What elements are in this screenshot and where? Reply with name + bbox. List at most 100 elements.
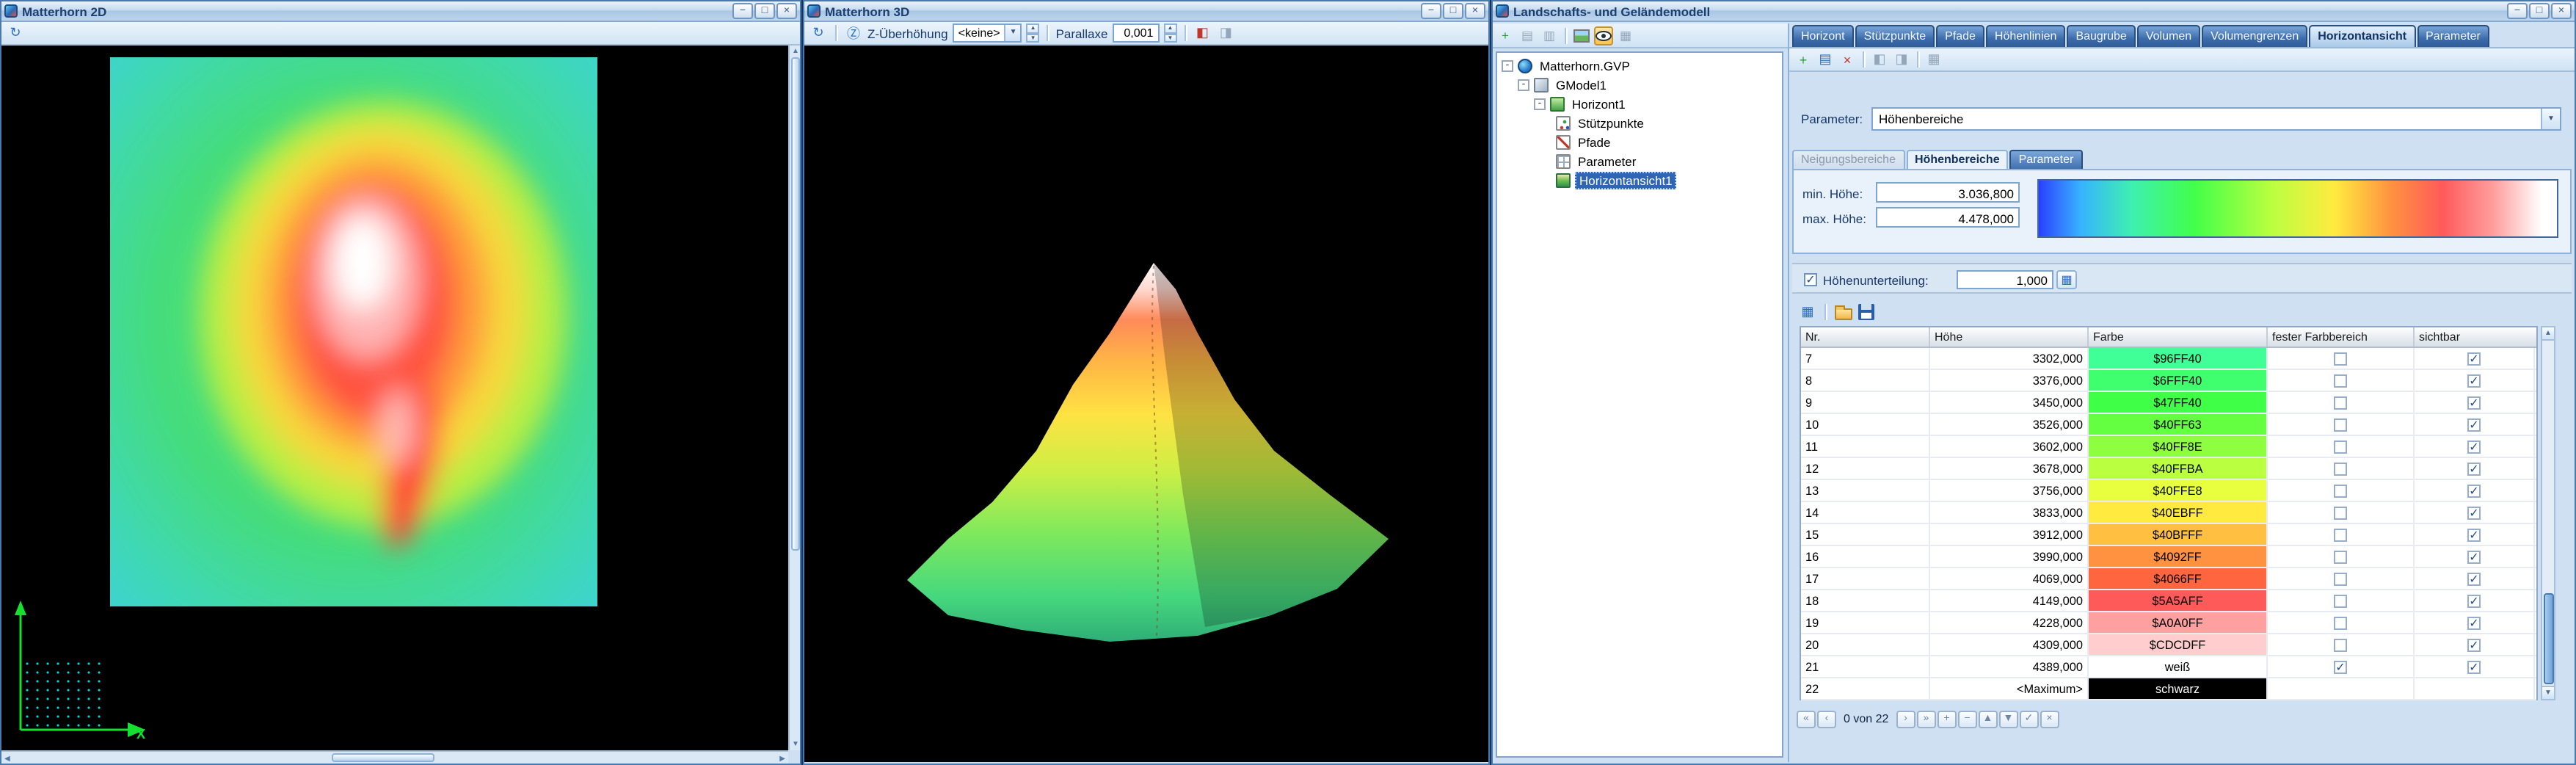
legend-icon[interactable]: ▦ bbox=[1616, 26, 1635, 45]
chevron-down-icon[interactable]: ▼ bbox=[1005, 25, 1021, 41]
nav-post-button[interactable]: ✓ bbox=[2019, 710, 2038, 728]
open-folder-icon[interactable] bbox=[1833, 302, 1852, 321]
fester-farbbereich-checkbox[interactable] bbox=[2334, 462, 2347, 475]
table-row[interactable]: 12 3678,000 $40FFBA ✓ bbox=[1801, 458, 2536, 480]
scroll-down-icon[interactable]: ▼ bbox=[792, 740, 799, 749]
scroll-up-icon[interactable]: ▲ bbox=[2542, 327, 2554, 341]
fester-farbbereich-checkbox[interactable]: ✓ bbox=[2334, 660, 2347, 673]
nav-delete-button[interactable]: − bbox=[1957, 710, 1976, 728]
tab-horizont[interactable]: Horizont bbox=[1792, 25, 1854, 47]
delete-icon[interactable]: × bbox=[1838, 50, 1857, 69]
tab-volumen[interactable]: Volumen bbox=[2137, 25, 2200, 47]
sichtbar-checkbox[interactable]: ✓ bbox=[2467, 462, 2481, 475]
color-swatch[interactable]: $40FF8E bbox=[2089, 436, 2268, 457]
z-spinner[interactable]: ▲ ▼ bbox=[1027, 23, 1040, 43]
table-row[interactable]: 21 4389,000 weiß ✓ ✓ bbox=[1801, 656, 2536, 678]
scroll-left-icon[interactable]: ◀ bbox=[4, 754, 10, 763]
generate-ranges-icon[interactable]: ▦ bbox=[1798, 302, 1817, 321]
minimize-button[interactable]: − bbox=[1421, 3, 1441, 19]
sichtbar-checkbox[interactable]: ✓ bbox=[2467, 528, 2481, 541]
tree-item-pfade[interactable]: Pfade bbox=[1497, 132, 1782, 151]
table-row[interactable]: 17 4069,000 $4066FF ✓ bbox=[1801, 568, 2536, 590]
tree-item-parameter[interactable]: Parameter bbox=[1497, 151, 1782, 170]
tab-volumengrenzen[interactable]: Volumengrenzen bbox=[2202, 25, 2307, 47]
nav-next-button[interactable]: › bbox=[1896, 710, 1915, 728]
subtab-neigungsbereiche[interactable]: Neigungsbereiche bbox=[1792, 150, 1904, 170]
close-button[interactable]: × bbox=[2551, 3, 2572, 19]
sichtbar-checkbox[interactable]: ✓ bbox=[2467, 484, 2481, 497]
column-header-farbe[interactable]: Farbe bbox=[2089, 327, 2268, 347]
color-swatch[interactable]: $40FFBA bbox=[2089, 458, 2268, 479]
parameter-combobox[interactable]: Höhenbereiche ▼ bbox=[1871, 107, 2561, 131]
sichtbar-checkbox[interactable]: ✓ bbox=[2467, 506, 2481, 519]
sichtbar-checkbox[interactable]: ✓ bbox=[2467, 572, 2481, 585]
table-row[interactable]: 19 4228,000 $A0A0FF ✓ bbox=[1801, 612, 2536, 634]
scroll-thumb[interactable] bbox=[332, 753, 434, 762]
parallaxe-spinner[interactable]: ▲ ▼ bbox=[1163, 23, 1176, 43]
column-header-hoehe[interactable]: Höhe bbox=[1930, 327, 2089, 347]
tree-item-stuetzpunkte[interactable]: Stützpunkte bbox=[1497, 113, 1782, 132]
add-node-icon[interactable]: + bbox=[1496, 26, 1515, 45]
half1-icon[interactable]: ◧ bbox=[1870, 50, 1889, 69]
spin-down-icon[interactable]: ▼ bbox=[1163, 33, 1176, 43]
sichtbar-checkbox[interactable]: ✓ bbox=[2467, 660, 2481, 673]
color-swatch[interactable]: $5A5AFF bbox=[2089, 590, 2268, 611]
stereo-glasses-icon[interactable]: ◧ bbox=[1193, 23, 1212, 43]
table-row[interactable]: 22 <Maximum> schwarz bbox=[1801, 678, 2536, 700]
map-2d-canvas[interactable]: X bbox=[1, 46, 788, 750]
nav-edit-button[interactable]: ▲ bbox=[1978, 710, 1997, 728]
table-row[interactable]: 14 3833,000 $40EBFF ✓ bbox=[1801, 502, 2536, 524]
z-scale-icon[interactable]: Ⓩ bbox=[844, 23, 863, 43]
collapse-icon[interactable]: - bbox=[1534, 98, 1546, 109]
color-swatch[interactable]: $47FF40 bbox=[2089, 392, 2268, 413]
hoehenunterteilung-input[interactable]: 1,000 bbox=[1957, 269, 2053, 289]
table-row[interactable]: 15 3912,000 $40BFFF ✓ bbox=[1801, 524, 2536, 546]
sheet-icon[interactable]: ▤ bbox=[1816, 50, 1835, 69]
nav-cancel-button[interactable]: × bbox=[2040, 710, 2059, 728]
subtab-parameter[interactable]: Parameter bbox=[2010, 150, 2083, 170]
refresh-icon[interactable]: ↻ bbox=[809, 23, 828, 43]
tree-item-horizontansicht1[interactable]: Horizontansicht1 bbox=[1497, 170, 1782, 189]
nav-last-button[interactable]: » bbox=[1916, 710, 1935, 728]
table-row[interactable]: 13 3756,000 $40FFE8 ✓ bbox=[1801, 480, 2536, 502]
sichtbar-checkbox[interactable]: ✓ bbox=[2467, 352, 2481, 365]
color-swatch[interactable]: $40FF63 bbox=[2089, 414, 2268, 435]
column-header-fester-farbbereich[interactable]: fester Farbbereich bbox=[2268, 327, 2415, 347]
sichtbar-checkbox[interactable]: ✓ bbox=[2467, 616, 2481, 629]
fester-farbbereich-checkbox[interactable] bbox=[2334, 572, 2347, 585]
color-swatch[interactable]: $96FF40 bbox=[2089, 348, 2268, 369]
z-ueberhoehung-combo[interactable]: <keine> ▼ bbox=[953, 23, 1022, 43]
nav-first-button[interactable]: « bbox=[1797, 710, 1816, 728]
tree-item-matterhorn-gvp[interactable]: - Matterhorn.GVP bbox=[1497, 56, 1782, 75]
color-swatch[interactable]: $4066FF bbox=[2089, 568, 2268, 589]
color-swatch[interactable]: $40EBFF bbox=[2089, 502, 2268, 523]
tab-baugrube[interactable]: Baugrube bbox=[2067, 25, 2135, 47]
nav-down-button[interactable]: ▼ bbox=[1998, 710, 2017, 728]
minimize-button[interactable]: − bbox=[732, 3, 753, 19]
close-button[interactable]: × bbox=[1465, 3, 1485, 19]
table-row[interactable]: 9 3450,000 $47FF40 ✓ bbox=[1801, 392, 2536, 414]
color-swatch[interactable]: $40BFFF bbox=[2089, 524, 2268, 545]
tab-stuetzpunkte[interactable]: Stützpunkte bbox=[1855, 25, 1935, 47]
collapse-icon[interactable]: - bbox=[1518, 79, 1529, 90]
sichtbar-checkbox[interactable]: ✓ bbox=[2467, 550, 2481, 563]
camera-icon[interactable]: ◨ bbox=[1216, 23, 1235, 43]
parallaxe-input[interactable]: 0,001 bbox=[1112, 23, 1159, 43]
fester-farbbereich-checkbox[interactable] bbox=[2334, 638, 2347, 651]
color-swatch[interactable]: $A0A0FF bbox=[2089, 612, 2268, 633]
tree-item-gmodel1[interactable]: - GModel1 bbox=[1497, 75, 1782, 94]
tab-parameter[interactable]: Parameter bbox=[2417, 25, 2489, 47]
table-row[interactable]: 10 3526,000 $40FF63 ✓ bbox=[1801, 414, 2536, 436]
tree-item-horizont1[interactable]: - Horizont1 bbox=[1497, 94, 1782, 113]
scroll-up-icon[interactable]: ▲ bbox=[792, 47, 799, 56]
calculator-button[interactable]: ▦ bbox=[2056, 269, 2077, 289]
fester-farbbereich-checkbox[interactable] bbox=[2334, 396, 2347, 409]
fester-farbbereich-checkbox[interactable] bbox=[2334, 418, 2347, 431]
subtab-hoehenbereiche[interactable]: Höhenbereiche bbox=[1906, 150, 2009, 170]
sichtbar-checkbox[interactable]: ✓ bbox=[2467, 374, 2481, 387]
nav-insert-button[interactable]: + bbox=[1937, 710, 1956, 728]
vertical-scrollbar-2d[interactable]: ▲ ▼ bbox=[788, 46, 800, 750]
tab-horizontansicht[interactable]: Horizontansicht bbox=[2309, 25, 2415, 47]
fester-farbbereich-checkbox[interactable] bbox=[2334, 616, 2347, 629]
color-swatch[interactable]: $40FFE8 bbox=[2089, 480, 2268, 501]
